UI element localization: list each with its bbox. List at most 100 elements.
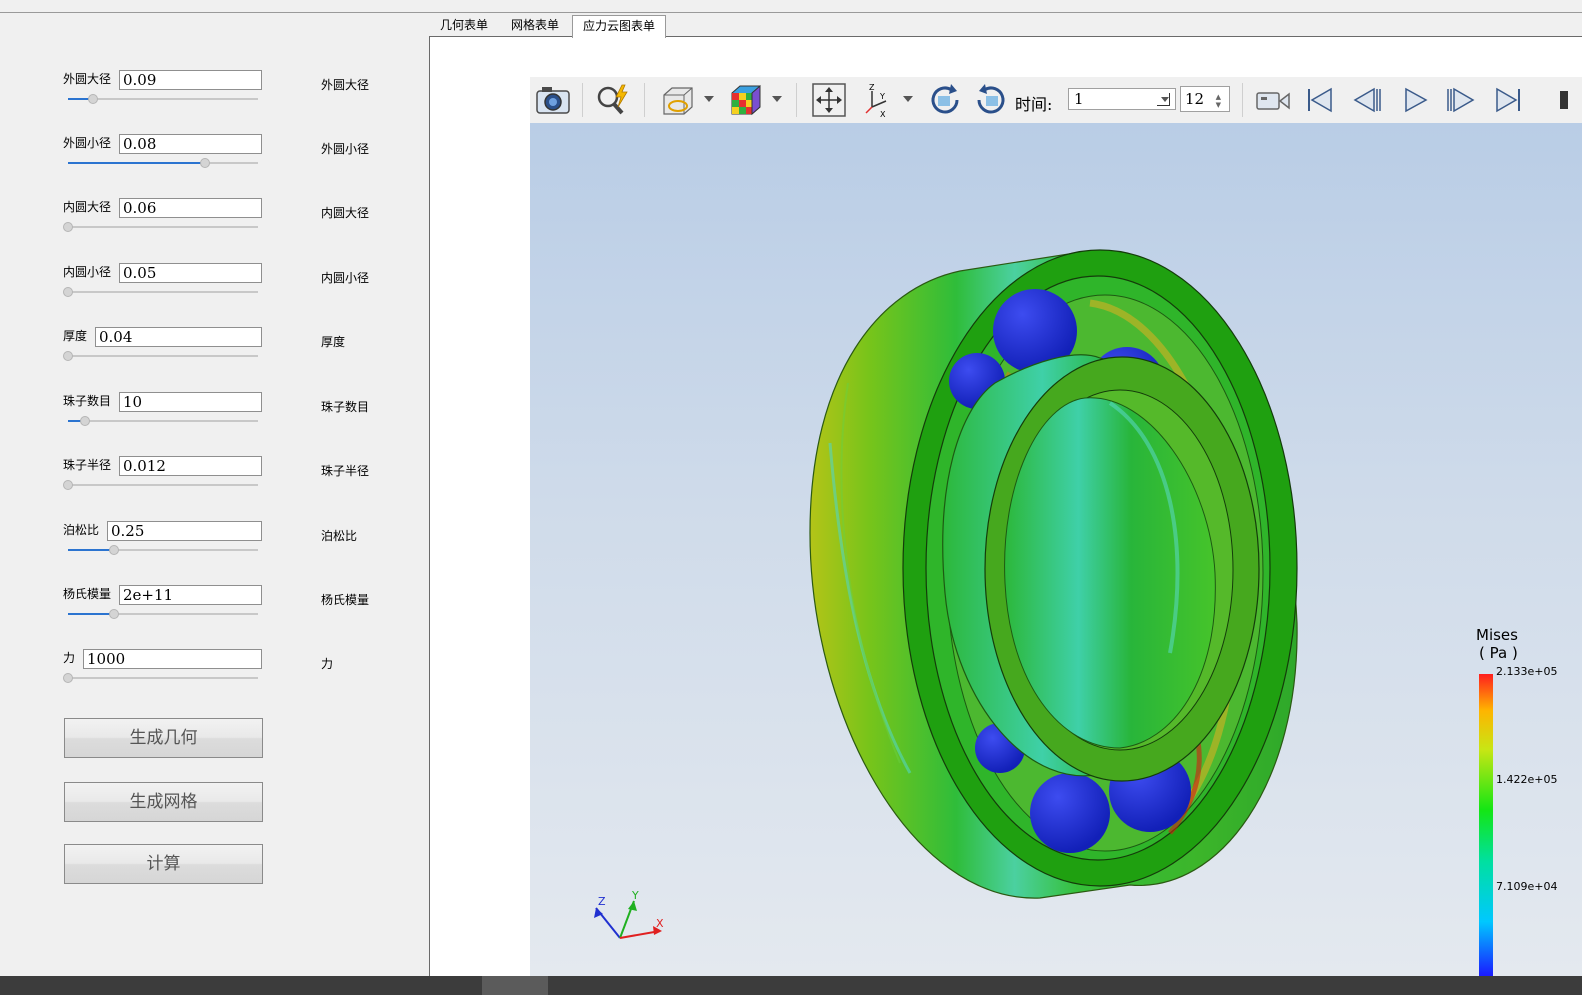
bearing-model: Z Y X Mises ( Pa ) 2.133e+05 1.422e+05 7… [594,249,1557,976]
param-right-label: 珠子半径 [321,464,370,478]
legend-max-label: 2.133e+05 [1496,665,1557,678]
frame-count-value: 12 [1185,90,1205,108]
param-right-label: 珠子数目 [321,400,370,414]
spin-arrows-icon[interactable]: ▲ ▼ [1216,93,1221,109]
param-ball-radius: 珠子半径 0.012 珠子半径 [0,456,430,496]
param-force: 力 1000 力 [0,649,430,689]
overflow-icon[interactable] [1560,91,1568,109]
triad-x-label: X [656,917,664,930]
param-right-label: 力 [321,657,334,671]
stress-legend: Mises ( Pa ) 2.133e+05 1.422e+05 7.109e+… [1476,626,1557,976]
color-cube-icon[interactable] [726,81,764,119]
param-right-label: 杨氏模量 [321,593,370,607]
camera-icon[interactable] [534,81,572,119]
window-top-border [0,12,1582,13]
checkbox-icon[interactable] [1157,93,1170,106]
triad-y-label: Y [631,889,639,902]
param-right-label: 内圆大径 [321,206,370,220]
param-slider[interactable] [68,94,258,104]
param-right-label: 内圆小径 [321,271,370,285]
param-slider[interactable] [68,416,258,426]
param-label: 力 [63,651,76,665]
compute-button[interactable]: 计算 [64,844,263,884]
param-right-label: 厚度 [321,335,346,349]
scrollbar-thumb[interactable] [482,976,548,995]
generate-geometry-button[interactable]: 生成几何 [64,718,263,758]
param-right-label: 外圆大径 [321,78,370,92]
frame-count-spinbox[interactable]: 12 ▲ ▼ [1180,86,1230,112]
param-slider[interactable] [68,545,258,555]
param-label: 外圆大径 [63,72,112,86]
param-label: 外圆小径 [63,136,112,150]
param-label: 泊松比 [63,523,100,537]
param-input[interactable]: 0.012 [119,456,262,476]
axes-dropdown-icon[interactable] [903,96,913,102]
param-label: 内圆小径 [63,265,112,279]
param-outer-minor: 外圆小径 0.08 外圆小径 [0,134,430,174]
param-slider[interactable] [63,287,258,297]
time-select-value: 1 [1074,90,1084,108]
prev-frame-icon[interactable] [1348,81,1386,119]
param-input[interactable]: 0.06 [119,198,262,218]
param-input[interactable]: 1000 [83,649,262,669]
param-youngs: 杨氏模量 2e+11 杨氏模量 [0,585,430,625]
time-label: 时间: [1015,95,1053,114]
param-label: 杨氏模量 [63,587,112,601]
param-label: 厚度 [63,329,88,343]
play-icon[interactable] [1396,81,1434,119]
param-input[interactable]: 0.09 [119,70,262,90]
param-input[interactable]: 2e+11 [119,585,262,605]
param-input[interactable]: 10 [119,392,262,412]
tab-geometry[interactable]: 几何表单 [430,15,498,36]
param-label: 珠子数目 [63,394,112,408]
zoom-magnifier-icon[interactable] [594,81,632,119]
color-dropdown-icon[interactable] [772,96,782,102]
svg-text:Y: Y [879,92,885,101]
param-ball-count: 珠子数目 10 珠子数目 [0,392,430,432]
param-slider[interactable] [63,351,258,361]
render-viewport[interactable]: Z Y X Mises ( Pa ) 2.133e+05 1.422e+05 7… [530,123,1582,976]
rotate-ccw-icon[interactable] [972,81,1010,119]
param-outer-major: 外圆大径 0.09 外圆大径 [0,70,430,110]
horizontal-scrollbar[interactable] [0,976,1582,995]
viewer-toolbar: ZYX 时间: 1 12 ▲ ▼ [530,77,1582,124]
param-slider[interactable] [63,480,258,490]
tab-stress-contour[interactable]: 应力云图表单 [572,15,666,38]
param-thickness: 厚度 0.04 厚度 [0,327,430,367]
axes-view-icon[interactable]: ZYX [858,81,896,119]
param-slider[interactable] [63,673,258,683]
last-frame-icon[interactable] [1490,81,1528,119]
generate-mesh-button[interactable]: 生成网格 [64,782,263,822]
rotate-cw-icon[interactable] [926,81,964,119]
svg-text:X: X [880,110,886,119]
record-video-icon[interactable] [1254,81,1292,119]
param-poisson: 泊松比 0.25 泊松比 [0,521,430,561]
param-label: 珠子半径 [63,458,112,472]
param-slider[interactable] [68,158,258,168]
display-mode-dropdown-icon[interactable] [704,96,714,102]
legend-colorbar [1479,674,1493,976]
display-mode-icon[interactable] [658,81,696,119]
param-input[interactable]: 0.25 [107,521,262,541]
param-input[interactable]: 0.04 [95,327,262,347]
next-frame-icon[interactable] [1442,81,1480,119]
param-label: 内圆大径 [63,200,112,214]
legend-low-label: 7.109e+04 [1496,880,1557,893]
fit-view-icon[interactable] [810,81,848,119]
legend-title: Mises [1476,626,1518,644]
param-input[interactable]: 0.08 [119,134,262,154]
param-slider[interactable] [68,609,258,619]
first-frame-icon[interactable] [1300,81,1338,119]
param-inner-minor: 内圆小径 0.05 内圆小径 [0,263,430,303]
legend-mid-label: 1.422e+05 [1496,773,1557,786]
tab-mesh[interactable]: 网格表单 [500,15,570,36]
param-right-label: 外圆小径 [321,142,370,156]
param-inner-major: 内圆大径 0.06 内圆大径 [0,198,430,238]
param-slider[interactable] [63,222,258,232]
ball [1030,773,1110,853]
legend-unit: ( Pa ) [1479,644,1518,662]
param-input[interactable]: 0.05 [119,263,262,283]
orientation-triad: Z Y X [594,889,664,939]
svg-text:Z: Z [869,83,875,92]
param-right-label: 泊松比 [321,529,358,543]
